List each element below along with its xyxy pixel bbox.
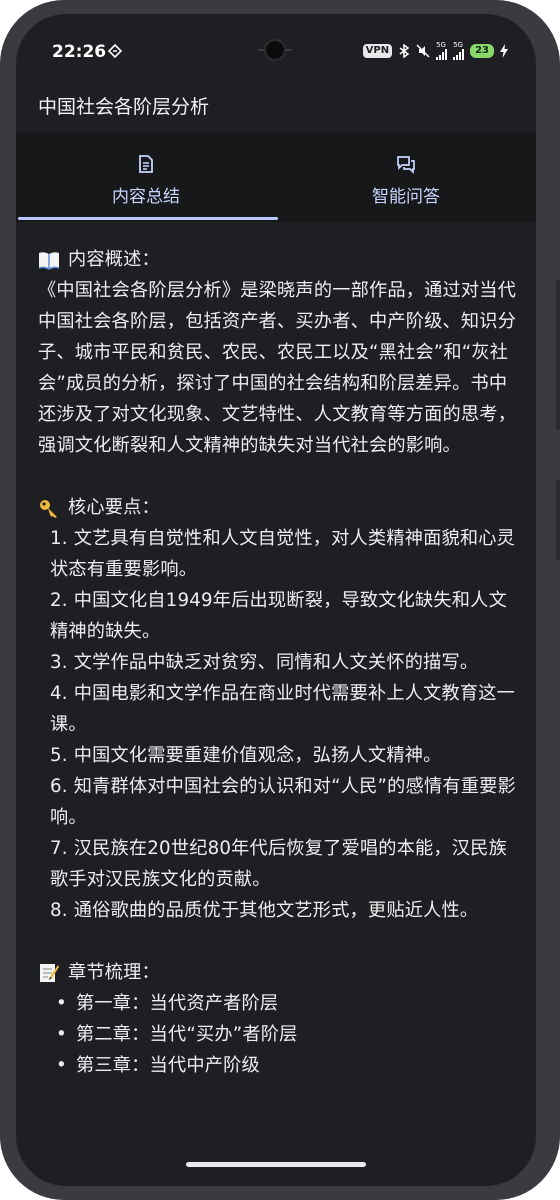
signal-icon: 5G bbox=[453, 42, 465, 60]
list-item: 5. 中国文化需要重建价值观念，弘扬人文精神。 bbox=[50, 745, 442, 766]
chapters-title: 章节梳理： bbox=[68, 962, 160, 983]
memo-icon bbox=[40, 963, 59, 982]
chat-icon bbox=[397, 156, 415, 174]
tab-bar: 内容总结 智能问答 bbox=[16, 132, 536, 222]
list-item: 1. 文艺具有自觉性和人文自觉性，对人类精神面貌和心灵状态有重要影响。 bbox=[50, 528, 516, 580]
phone-frame: 22:26 VPN 5G 5G 23 中国社会各阶层分析 内容总结 智能问答 内… bbox=[0, 0, 560, 1200]
list-item: 3. 文学作品中缺乏对贫穷、同情和人文关怀的描写。 bbox=[50, 652, 479, 673]
bullet-icon: • bbox=[56, 993, 67, 1014]
tab-qa[interactable]: 智能问答 bbox=[276, 132, 536, 222]
chapter-label: 第二章：当代“买办”者阶层 bbox=[76, 1024, 298, 1045]
tab-qa-label: 智能问答 bbox=[372, 187, 440, 207]
list-item: 2. 中国文化自1949年后出现断裂，导致文化缺失和人文精神的缺失。 bbox=[50, 590, 507, 642]
list-item: • 第三章：当代中产阶级 bbox=[38, 1050, 524, 1081]
bluetooth-icon bbox=[399, 44, 410, 58]
points-title: 核心要点： bbox=[68, 497, 160, 518]
list-item: • 第一章：当代资产者阶层 bbox=[38, 988, 524, 1019]
status-bar: 22:26 VPN 5G 5G 23 bbox=[16, 14, 536, 64]
overview-text: 《中国社会各阶层分析》是梁晓声的一部作品，通过对当代中国社会各阶层，包括资产者、… bbox=[38, 280, 517, 456]
status-time: 22:26 bbox=[52, 42, 107, 62]
page-title: 中国社会各阶层分析 bbox=[38, 96, 210, 118]
status-icons: VPN 5G 5G 23 bbox=[362, 42, 508, 60]
overview-title: 内容概述： bbox=[68, 249, 160, 270]
signal-icon: 5G bbox=[436, 42, 448, 60]
list-item: 4. 中国电影和文学作品在商业时代需要补上人文教育这一课。 bbox=[50, 683, 516, 735]
chapters-heading: 章节梳理： bbox=[38, 957, 524, 988]
list-item: 8. 通俗歌曲的品质优于其他文艺形式，更贴近人性。 bbox=[50, 900, 479, 921]
bullet-icon: • bbox=[56, 1024, 67, 1045]
location-icon bbox=[108, 44, 122, 58]
document-icon bbox=[139, 155, 153, 173]
list-item: 6. 知青群体对中国社会的认识和对“人民”的感情有重要影响。 bbox=[50, 776, 516, 828]
points-list: 1. 文艺具有自觉性和人文自觉性，对人类精神面貌和心灵状态有重要影响。 2. 中… bbox=[38, 523, 524, 926]
battery-indicator: 23 bbox=[470, 44, 494, 58]
chapter-label: 第三章：当代中产阶级 bbox=[76, 1055, 260, 1076]
tab-indicator bbox=[18, 217, 278, 220]
mute-icon bbox=[416, 44, 430, 58]
tab-summary-label: 内容总结 bbox=[112, 187, 180, 207]
screen: 22:26 VPN 5G 5G 23 中国社会各阶层分析 内容总结 智能问答 内… bbox=[16, 14, 536, 1186]
list-item: 7. 汉民族在20世纪80年代后恢复了爱唱的本能，汉民族歌手对汉民族文化的贡献。 bbox=[50, 838, 507, 890]
vpn-badge: VPN bbox=[362, 44, 393, 58]
front-camera bbox=[264, 39, 286, 61]
charging-icon bbox=[500, 44, 508, 58]
power-button bbox=[556, 480, 560, 560]
volume-button bbox=[556, 280, 560, 430]
tab-summary[interactable]: 内容总结 bbox=[16, 132, 276, 222]
home-indicator[interactable] bbox=[186, 1162, 366, 1167]
chapter-label: 第一章：当代资产者阶层 bbox=[76, 993, 279, 1014]
bullet-icon: • bbox=[56, 1055, 67, 1076]
summary-content: 内容概述： 《中国社会各阶层分析》是梁晓声的一部作品，通过对当代中国社会各阶层，… bbox=[38, 244, 524, 1081]
points-heading: 核心要点： bbox=[38, 492, 524, 523]
open-book-icon bbox=[38, 251, 60, 270]
key-icon bbox=[40, 499, 57, 518]
list-item: • 第二章：当代“买办”者阶层 bbox=[38, 1019, 524, 1050]
chapters-list: • 第一章：当代资产者阶层 • 第二章：当代“买办”者阶层 • 第三章：当代中产… bbox=[38, 988, 524, 1081]
overview-heading: 内容概述： bbox=[38, 244, 524, 275]
